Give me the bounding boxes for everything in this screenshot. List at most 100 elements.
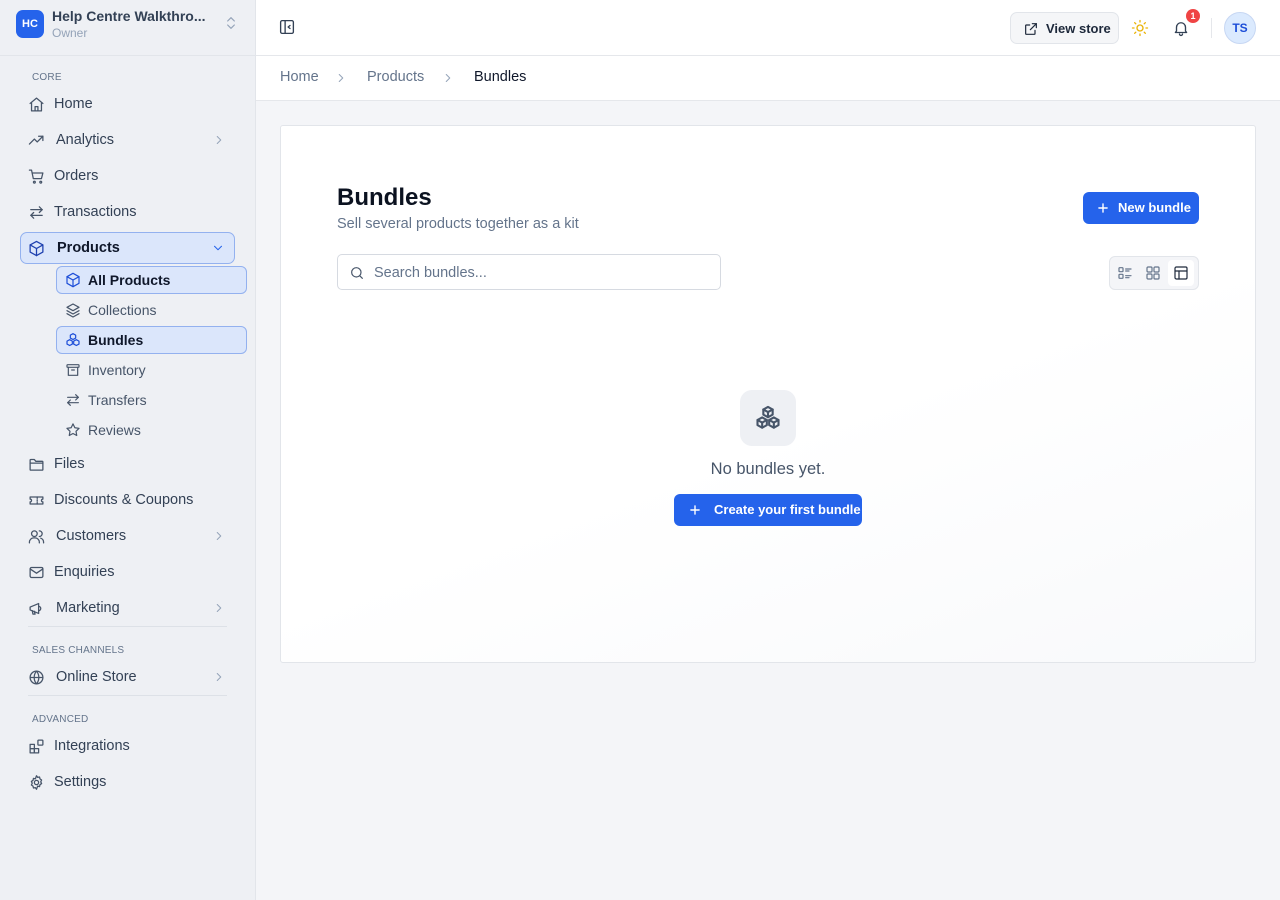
breadcrumb-products[interactable]: Products (367, 69, 424, 85)
panel-left-icon[interactable] (278, 18, 296, 36)
sidebar-item-products[interactable]: Products (20, 232, 235, 264)
sidebar-item-label: Products (57, 240, 120, 256)
sidebar-item-label: Enquiries (54, 564, 115, 580)
sidebar-item-label: Transactions (54, 204, 137, 220)
trending-up-icon (28, 132, 45, 149)
globe-icon (28, 669, 45, 686)
layers-icon (65, 302, 81, 318)
plus-icon (688, 503, 702, 517)
sidebar-subitem-inventory[interactable]: Inventory (56, 356, 247, 384)
chevron-right-icon (212, 133, 226, 147)
chevron-right-icon (212, 601, 226, 615)
sidebar-item-files[interactable]: Files (20, 448, 235, 480)
folder-icon (28, 456, 45, 473)
view-list-button[interactable] (1112, 260, 1138, 286)
view-grid-button[interactable] (1140, 260, 1166, 286)
store-role: Owner (52, 26, 88, 40)
sidebar-item-label: Customers (56, 528, 127, 544)
shopping-cart-icon (28, 168, 45, 185)
boxes-icon (740, 390, 796, 446)
sidebar: HC Help Centre Walkthro... Owner CORE Ho… (0, 0, 256, 900)
sidebar-item-integrations[interactable]: Integrations (20, 730, 235, 762)
grid-view-icon (1146, 266, 1160, 280)
chevron-down-icon (211, 241, 225, 255)
sidebar-item-transactions[interactable]: Transactions (20, 196, 235, 228)
package-icon (28, 240, 45, 257)
sidebar-subitem-label: Transfers (88, 392, 147, 408)
sidebar-subitem-label: Bundles (88, 332, 144, 348)
sidebar-item-label: Discounts & Coupons (54, 492, 194, 508)
sidebar-item-analytics[interactable]: Analytics (20, 124, 235, 156)
breadcrumb-home[interactable]: Home (280, 69, 319, 85)
sidebar-subitem-all-products[interactable]: All Products (56, 266, 247, 294)
create-first-bundle-label: Create your first bundle (714, 502, 861, 517)
sidebar-item-label: Marketing (56, 600, 120, 616)
sidebar-subitem-reviews[interactable]: Reviews (56, 416, 247, 444)
sidebar-item-label: Integrations (54, 738, 130, 754)
sidebar-subitem-transfers[interactable]: Transfers (56, 386, 247, 414)
store-logo: HC (16, 10, 44, 38)
blocks-icon (28, 738, 45, 755)
search-input[interactable] (374, 263, 704, 283)
sidebar-item-home[interactable]: Home (20, 88, 235, 120)
sidebar-item-orders[interactable]: Orders (20, 160, 235, 192)
view-mode-switch (1109, 256, 1199, 290)
sidebar-divider (28, 626, 227, 627)
section-label-advanced: ADVANCED (32, 714, 89, 725)
sidebar-item-label: Orders (54, 168, 99, 184)
sidebar-subitem-label: Reviews (88, 422, 141, 438)
sidebar-item-marketing[interactable]: Marketing (20, 592, 235, 624)
create-first-bundle-button[interactable]: Create your first bundle (674, 494, 862, 526)
sidebar-item-label: Files (54, 456, 85, 472)
section-label-sales-channels: SALES CHANNELS (32, 645, 125, 656)
new-bundle-label: New bundle (1118, 200, 1191, 215)
mail-icon (28, 564, 45, 581)
arrows-left-right-icon (65, 392, 81, 408)
package-icon (65, 272, 81, 288)
search-bundles[interactable] (337, 254, 721, 290)
sidebar-subitem-label: Collections (88, 302, 157, 318)
search-icon (349, 265, 365, 281)
chevron-right-icon (441, 71, 455, 85)
chevrons-up-down-icon (223, 15, 239, 31)
view-store-button[interactable]: View store (1010, 12, 1119, 44)
sidebar-divider (28, 695, 227, 696)
sidebar-item-online-store[interactable]: Online Store (20, 661, 235, 693)
sidebar-item-customers[interactable]: Customers (20, 520, 235, 552)
sidebar-subitem-bundles[interactable]: Bundles (56, 326, 247, 354)
topbar: View store 1 TS (256, 0, 1280, 56)
table-view-icon (1174, 266, 1188, 280)
bell-icon[interactable] (1172, 19, 1190, 37)
breadcrumb-bundles: Bundles (474, 69, 527, 85)
sidebar-item-enquiries[interactable]: Enquiries (20, 556, 235, 588)
external-link-icon (1023, 21, 1039, 37)
home-icon (28, 96, 45, 113)
plus-icon (1096, 201, 1110, 215)
view-table-button[interactable] (1168, 260, 1194, 286)
list-view-icon (1118, 267, 1132, 279)
page-title: Bundles (337, 184, 432, 211)
sidebar-item-settings[interactable]: Settings (20, 766, 235, 798)
store-switcher[interactable]: HC Help Centre Walkthro... Owner (0, 0, 255, 56)
new-bundle-button[interactable]: New bundle (1083, 192, 1199, 224)
bundles-panel: Bundles Sell several products together a… (280, 125, 1256, 663)
notification-badge: 1 (1186, 9, 1200, 23)
store-name: Help Centre Walkthro... (52, 8, 206, 24)
sidebar-item-label: Online Store (56, 669, 137, 685)
sidebar-subitem-label: Inventory (88, 362, 146, 378)
sun-icon[interactable] (1131, 19, 1149, 37)
topbar-divider (1211, 18, 1212, 38)
chevron-right-icon (212, 529, 226, 543)
sidebar-subitem-collections[interactable]: Collections (56, 296, 247, 324)
users-icon (28, 528, 45, 545)
avatar[interactable]: TS (1224, 12, 1256, 44)
sidebar-item-discounts[interactable]: Discounts & Coupons (20, 484, 235, 516)
boxes-icon (65, 332, 81, 348)
view-store-label: View store (1046, 21, 1111, 36)
sidebar-item-label: Home (54, 96, 93, 112)
page-subtitle: Sell several products together as a kit (337, 216, 579, 232)
sidebar-subitem-label: All Products (88, 272, 171, 288)
chevron-right-icon (334, 71, 348, 85)
section-label-core: CORE (32, 72, 62, 83)
star-icon (65, 422, 81, 438)
